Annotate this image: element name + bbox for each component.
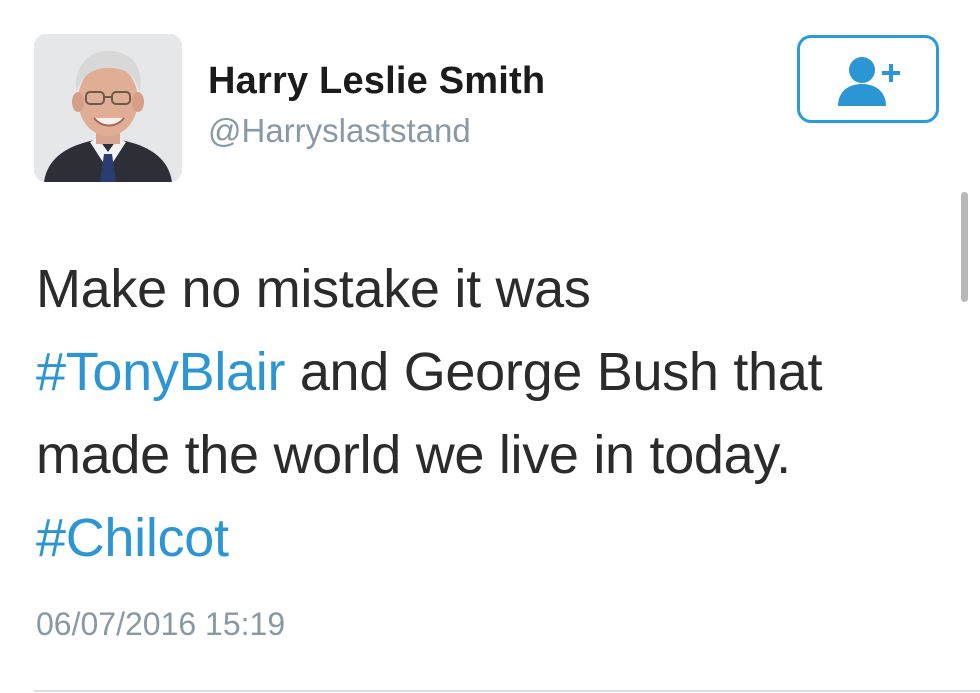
tweet-card: Harry Leslie Smith @Harryslaststand Make… — [0, 0, 980, 693]
hashtag-link-tonyblair[interactable]: #TonyBlair — [36, 342, 285, 402]
avatar-photo — [34, 34, 182, 182]
tweet-timestamp: 06/07/2016 15:19 — [36, 606, 286, 642]
add-user-icon — [838, 57, 900, 106]
user-display-name[interactable]: Harry Leslie Smith — [208, 60, 545, 103]
tweet-line-2: #TonyBlair and George Bush that — [36, 331, 936, 414]
tweet-line-2-text: and George Bush that — [285, 342, 823, 402]
tweet-line-1: Make no mistake it was — [36, 259, 591, 319]
avatar[interactable] — [34, 34, 182, 182]
tweet-text: Make no mistake it was #TonyBlair and Ge… — [36, 248, 936, 580]
scrollbar[interactable] — [961, 192, 968, 302]
hashtag-link-chilcot[interactable]: #Chilcot — [36, 508, 229, 568]
divider — [34, 690, 980, 692]
user-handle[interactable]: @Harryslaststand — [208, 112, 471, 150]
follow-button[interactable] — [797, 35, 939, 123]
tweet-line-3: made the world we live in today. — [36, 425, 791, 485]
tweet-line-4: #Chilcot — [36, 497, 936, 580]
